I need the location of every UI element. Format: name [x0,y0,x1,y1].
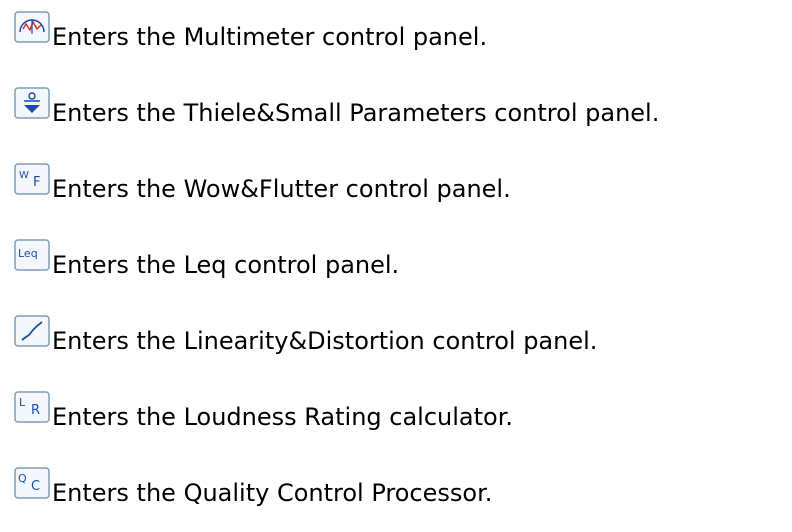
linearity-distortion-icon[interactable] [14,315,50,347]
list-item-linearity-distortion: Enters the Linearity&Distortion control … [0,314,598,355]
list-item-multimeter: Enters the Multimeter control panel. [0,10,488,51]
thiele-small-icon[interactable] [14,87,50,119]
loudness-rating-icon[interactable]: L R [14,391,50,423]
svg-text:Q: Q [18,472,27,485]
svg-text:C: C [31,479,40,494]
quality-control-icon[interactable]: Q C [14,467,50,499]
item-text: Enters the Loudness Rating calculator. [52,403,514,431]
item-text: Enters the Linearity&Distortion control … [52,327,598,355]
list-item-quality-control: Q C Enters the Quality Control Processor… [0,466,493,507]
svg-text:Leq: Leq [18,247,38,260]
leq-icon[interactable]: Leq [14,239,50,271]
list-item-thiele-small: Enters the Thiele&Small Parameters contr… [0,86,660,127]
list-item-leq: Leq Enters the Leq control panel. [0,238,400,279]
svg-text:L: L [19,396,26,409]
multimeter-icon[interactable] [14,11,50,43]
list-item-wow-flutter: W F Enters the Wow&Flutter control panel… [0,162,511,203]
item-text: Enters the Quality Control Processor. [52,479,493,507]
list-item-loudness-rating: L R Enters the Loudness Rating calculato… [0,390,514,431]
item-text: Enters the Leq control panel. [52,251,400,279]
item-text: Enters the Thiele&Small Parameters contr… [52,99,660,127]
svg-text:W: W [19,170,29,181]
svg-text:R: R [31,403,40,418]
svg-text:F: F [33,175,40,190]
item-text: Enters the Multimeter control panel. [52,23,488,51]
wow-flutter-icon[interactable]: W F [14,163,50,195]
item-text: Enters the Wow&Flutter control panel. [52,175,511,203]
